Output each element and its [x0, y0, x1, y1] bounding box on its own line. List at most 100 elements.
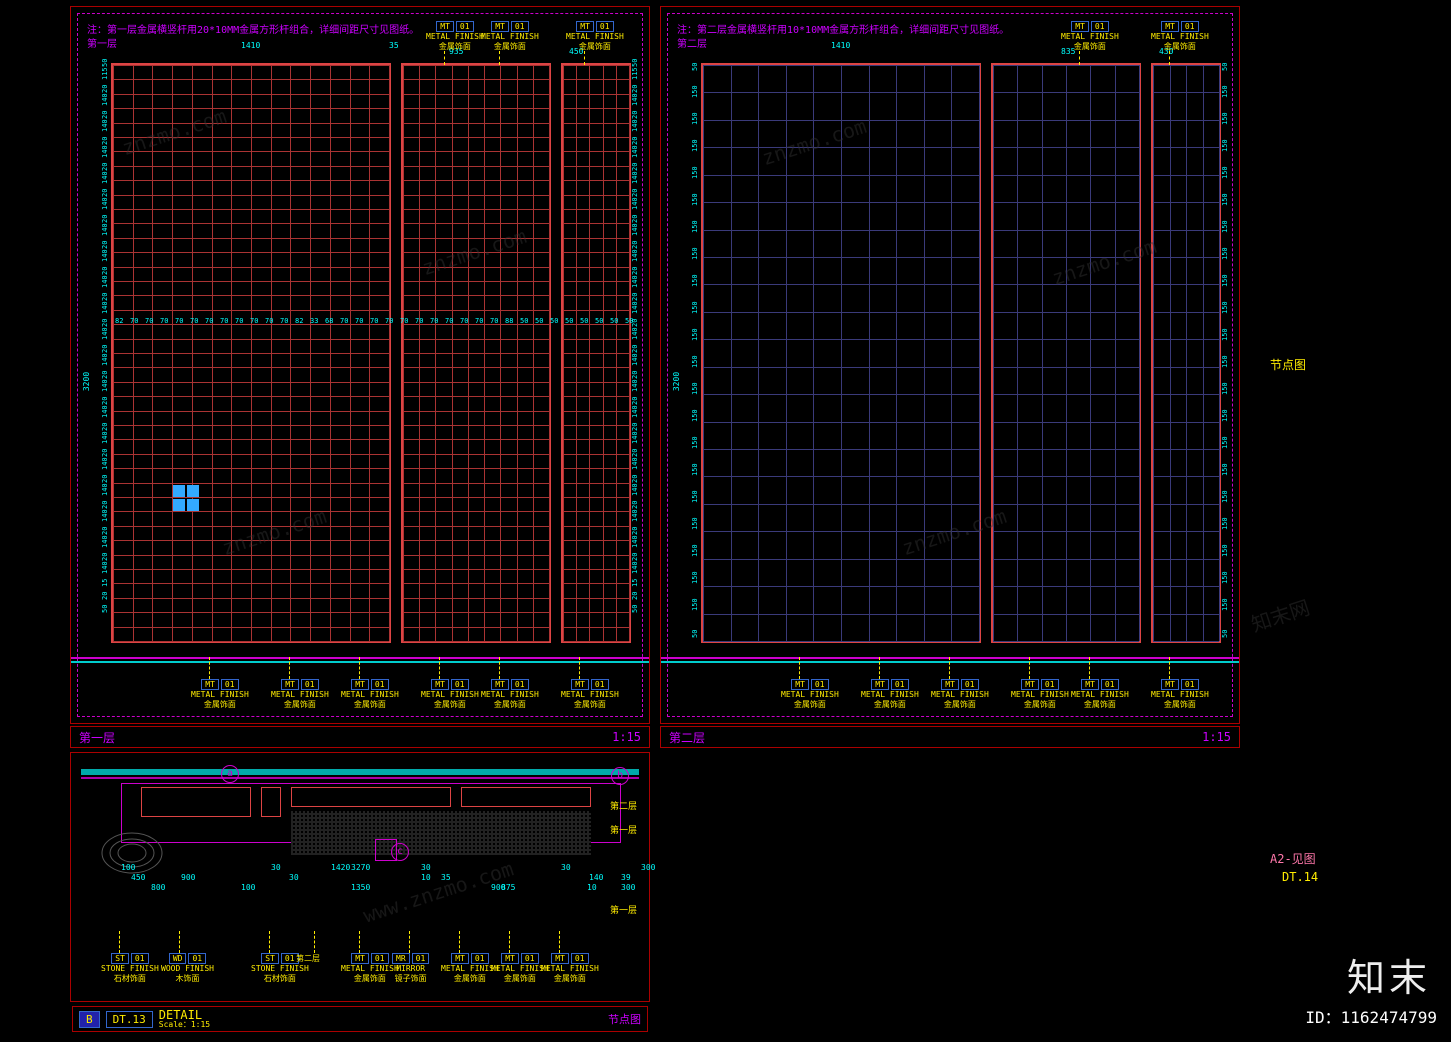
- floor-left: [71, 647, 649, 675]
- dim-value: 70: [460, 317, 468, 325]
- dim-value: 70: [190, 317, 198, 325]
- dim-value: 150: [1221, 85, 1229, 98]
- dim-value: 70: [370, 317, 378, 325]
- dim-value: 30: [421, 863, 431, 872]
- dim-value: 70: [445, 317, 453, 325]
- dim-value: 150: [1221, 220, 1229, 233]
- material-tag: MT01METAL FINISH金属饰面: [561, 679, 619, 710]
- dim-value: 70: [235, 317, 243, 325]
- detail-scale: Scale：1:15: [159, 1021, 210, 1029]
- dim-value: 20: [631, 163, 639, 171]
- gp-l2: [401, 63, 551, 643]
- dim-value: 50: [595, 317, 603, 325]
- dim-value: 140: [631, 119, 639, 132]
- dim-value: 50: [535, 317, 543, 325]
- panel-detail: a b c 1009001003030135030358753014080014…: [70, 752, 650, 1002]
- dim-value: 50: [631, 605, 639, 613]
- dim-value: 20: [631, 267, 639, 275]
- callout-a: a: [221, 765, 239, 783]
- hatch-area: [291, 811, 591, 855]
- dim-value: 70: [265, 317, 273, 325]
- detail-drawing: a b c 1009001003030135030358753014080014…: [81, 763, 639, 923]
- dim-value: 140: [631, 197, 639, 210]
- dim-value: 1420: [331, 863, 350, 872]
- dim-value: 140: [101, 171, 109, 184]
- dim-value: 35: [441, 873, 451, 882]
- dim-value: 150: [1221, 166, 1229, 179]
- callout-b: b: [611, 767, 629, 785]
- dim-value: 50: [550, 317, 558, 325]
- material-tag: MT01METAL FINISH金属饰面: [426, 21, 484, 52]
- dim-value: 150: [691, 112, 699, 125]
- dim-value: 150: [1221, 409, 1229, 422]
- dim-value: 20: [101, 215, 109, 223]
- dim-value: 50: [691, 63, 699, 71]
- dim-r-h: 3200: [672, 372, 681, 391]
- dim-value: 150: [691, 166, 699, 179]
- dim-value: 140: [631, 561, 639, 574]
- dim-value: 150: [1221, 382, 1229, 395]
- material-tag: MT01METAL FINISH金属饰面: [1151, 21, 1209, 52]
- dim-value: 50: [625, 317, 633, 325]
- dim-value: 100: [241, 883, 255, 892]
- title-right-scale: 1:15: [1202, 730, 1231, 744]
- dim-value: 50: [101, 59, 109, 67]
- title-left-text: 第一层: [79, 729, 115, 746]
- dim-value: 82: [115, 317, 123, 325]
- marker-icon: [187, 485, 199, 497]
- layer-mini-label: 第一层: [610, 823, 637, 836]
- dim-value: 140: [101, 145, 109, 158]
- dim-value: 20: [631, 215, 639, 223]
- dim-value: 70: [220, 317, 228, 325]
- dim-value: 140: [101, 197, 109, 210]
- material-tag: MT01METAL FINISH金属饰面: [421, 679, 479, 710]
- dim-value: 150: [1221, 112, 1229, 125]
- gp-r1: [701, 63, 981, 643]
- dim-value: 82: [295, 317, 303, 325]
- dim-value: 140: [101, 483, 109, 496]
- dim-l-w2: 35: [389, 41, 399, 50]
- dim-value: 20: [101, 501, 109, 509]
- material-tag: MT01METAL FINISH金属饰面: [191, 679, 249, 710]
- dim-value: 140: [101, 275, 109, 288]
- dim-value: 800: [151, 883, 165, 892]
- panel-left: 注：第一层金属横竖杆用20*10MM金属方形杆组合，详细间距尺寸见图纸。 第一层…: [70, 6, 650, 724]
- dim-value: 150: [1221, 247, 1229, 260]
- gp-l3: [561, 63, 631, 643]
- dim-value: 150: [691, 436, 699, 449]
- title-right-text: 第二层: [669, 729, 705, 746]
- dim-value: 20: [101, 267, 109, 275]
- detail-titlebar: B DT.13 DETAIL Scale：1:15 节点图: [72, 1006, 648, 1032]
- dim-value: 20: [631, 241, 639, 249]
- dim-value: 150: [691, 328, 699, 341]
- dim-value: 39: [621, 873, 631, 882]
- dim-value: 140: [101, 93, 109, 106]
- dim-value: 115: [101, 67, 109, 80]
- dim-value: 20: [101, 371, 109, 379]
- dim-value: 140: [631, 457, 639, 470]
- titlebar-right: 第二层 1:15: [660, 726, 1240, 748]
- dim-value: 70: [205, 317, 213, 325]
- dim-value: 140: [101, 431, 109, 444]
- dim-value: 20: [631, 501, 639, 509]
- dim-value: 140: [631, 145, 639, 158]
- dim-value: 20: [631, 111, 639, 119]
- dim-value: 140: [631, 431, 639, 444]
- layer-mini-label: 第一层: [610, 903, 637, 916]
- dim-value: 15: [631, 579, 639, 587]
- dim-value: 900: [181, 873, 195, 882]
- dim-value: 150: [691, 301, 699, 314]
- material-tag: MT01METAL FINISH金属饰面: [931, 679, 989, 710]
- dim-value: 150: [1221, 436, 1229, 449]
- dim-value: 20: [101, 592, 109, 600]
- dim-value: 20: [101, 527, 109, 535]
- dim-value: 50: [631, 59, 639, 67]
- dim-value: 115: [631, 67, 639, 80]
- dim-value: 20: [101, 345, 109, 353]
- layer-label-left: 第一层: [87, 35, 117, 50]
- dim-value: 140: [631, 93, 639, 106]
- dim-value: 150: [1221, 517, 1229, 530]
- detail-dims: 1009001003030135030358753014080014201090…: [121, 863, 629, 903]
- dim-value: 30: [289, 873, 299, 882]
- dim-value: 50: [610, 317, 618, 325]
